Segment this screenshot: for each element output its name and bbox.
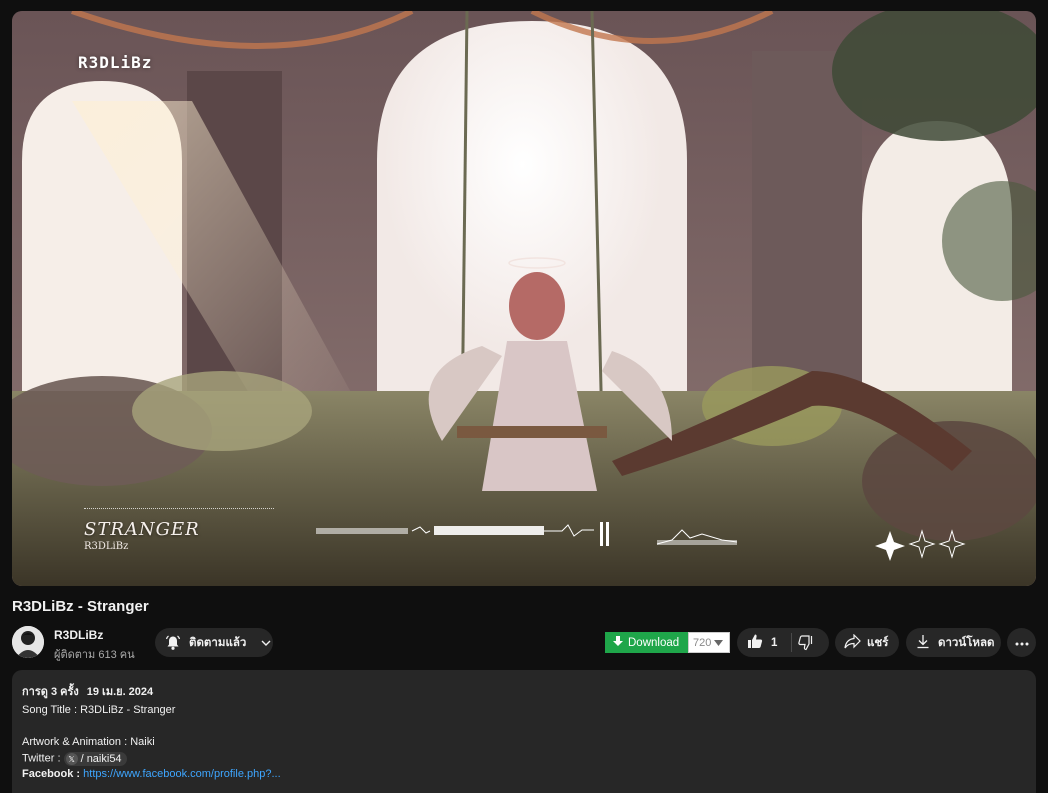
quality-value: 720 — [693, 636, 712, 649]
quality-select[interactable]: 720 — [688, 632, 730, 653]
twitter-handle-chip[interactable]: 𝕏 / naiki54 — [63, 752, 127, 766]
share-button[interactable]: แชร์ — [835, 628, 899, 657]
download-arrow-icon — [613, 635, 623, 650]
description-twitter: Twitter : 𝕏 / naiki54 — [22, 752, 127, 766]
thumbs-down-icon[interactable] — [798, 634, 814, 651]
overlay-song-title: STRANGER — [84, 519, 200, 540]
video-frame — [12, 11, 1036, 586]
upload-date: 19 เม.ย. 2024 — [86, 686, 154, 698]
video-stats: การดู 3 ครั้ง 19 เม.ย. 2024 — [22, 682, 153, 700]
chevron-down-icon — [260, 637, 272, 649]
like-dislike-group: 1 — [737, 628, 829, 657]
like-divider — [791, 633, 793, 652]
description-box[interactable]: การดู 3 ครั้ง 19 เม.ย. 2024 Song Title :… — [12, 670, 1036, 793]
download-icon — [916, 634, 930, 652]
channel-avatar[interactable] — [12, 626, 44, 658]
subscribe-label: ติดตามแล้ว — [189, 636, 247, 649]
twitter-label: Twitter : — [22, 752, 61, 765]
subscribed-button[interactable]: ติดตามแล้ว — [155, 628, 273, 657]
description-facebook: Facebook : https://www.facebook.com/prof… — [22, 768, 281, 780]
extension-download-button[interactable]: Download — [605, 632, 688, 653]
description-artwork: Artwork & Animation : Naiki — [22, 736, 155, 748]
thumbs-up-icon[interactable] — [747, 633, 763, 652]
share-label: แชร์ — [867, 636, 889, 649]
subscriber-count: ผู้ติดตาม 613 คน — [54, 649, 135, 661]
channel-name[interactable]: R3DLiBz — [54, 628, 103, 642]
extension-download-label: Download — [628, 636, 680, 649]
view-count: การดู 3 ครั้ง — [22, 686, 79, 698]
description-song-title: Song Title : R3DLiBz - Stranger — [22, 704, 176, 716]
download-extension: Download 720 — [605, 632, 730, 653]
download-label: ดาวน์โหลด — [938, 636, 995, 649]
share-arrow-icon — [844, 633, 861, 652]
more-dots-icon — [1015, 637, 1029, 649]
dropdown-caret-icon — [714, 637, 724, 649]
like-count: 1 — [771, 636, 778, 649]
audio-waveform — [316, 522, 738, 546]
download-button[interactable]: ดาวน์โหลด — [906, 628, 1001, 657]
video-title: R3DLiBz - Stranger — [12, 598, 149, 615]
facebook-link[interactable]: https://www.facebook.com/profile.php?... — [83, 768, 281, 780]
video-player[interactable]: R3DLiBz STRANGER R3DLiBz — [12, 11, 1036, 586]
bell-icon — [165, 635, 181, 651]
x-logo-icon: 𝕏 — [65, 753, 78, 765]
overlay-divider — [84, 508, 274, 509]
facebook-label: Facebook : — [22, 768, 81, 780]
overlay-artist: R3DLiBz — [84, 541, 129, 552]
more-actions-button[interactable] — [1007, 628, 1036, 657]
channel-watermark: R3DLiBz — [78, 53, 153, 72]
twitter-handle: / naiki54 — [80, 753, 122, 765]
